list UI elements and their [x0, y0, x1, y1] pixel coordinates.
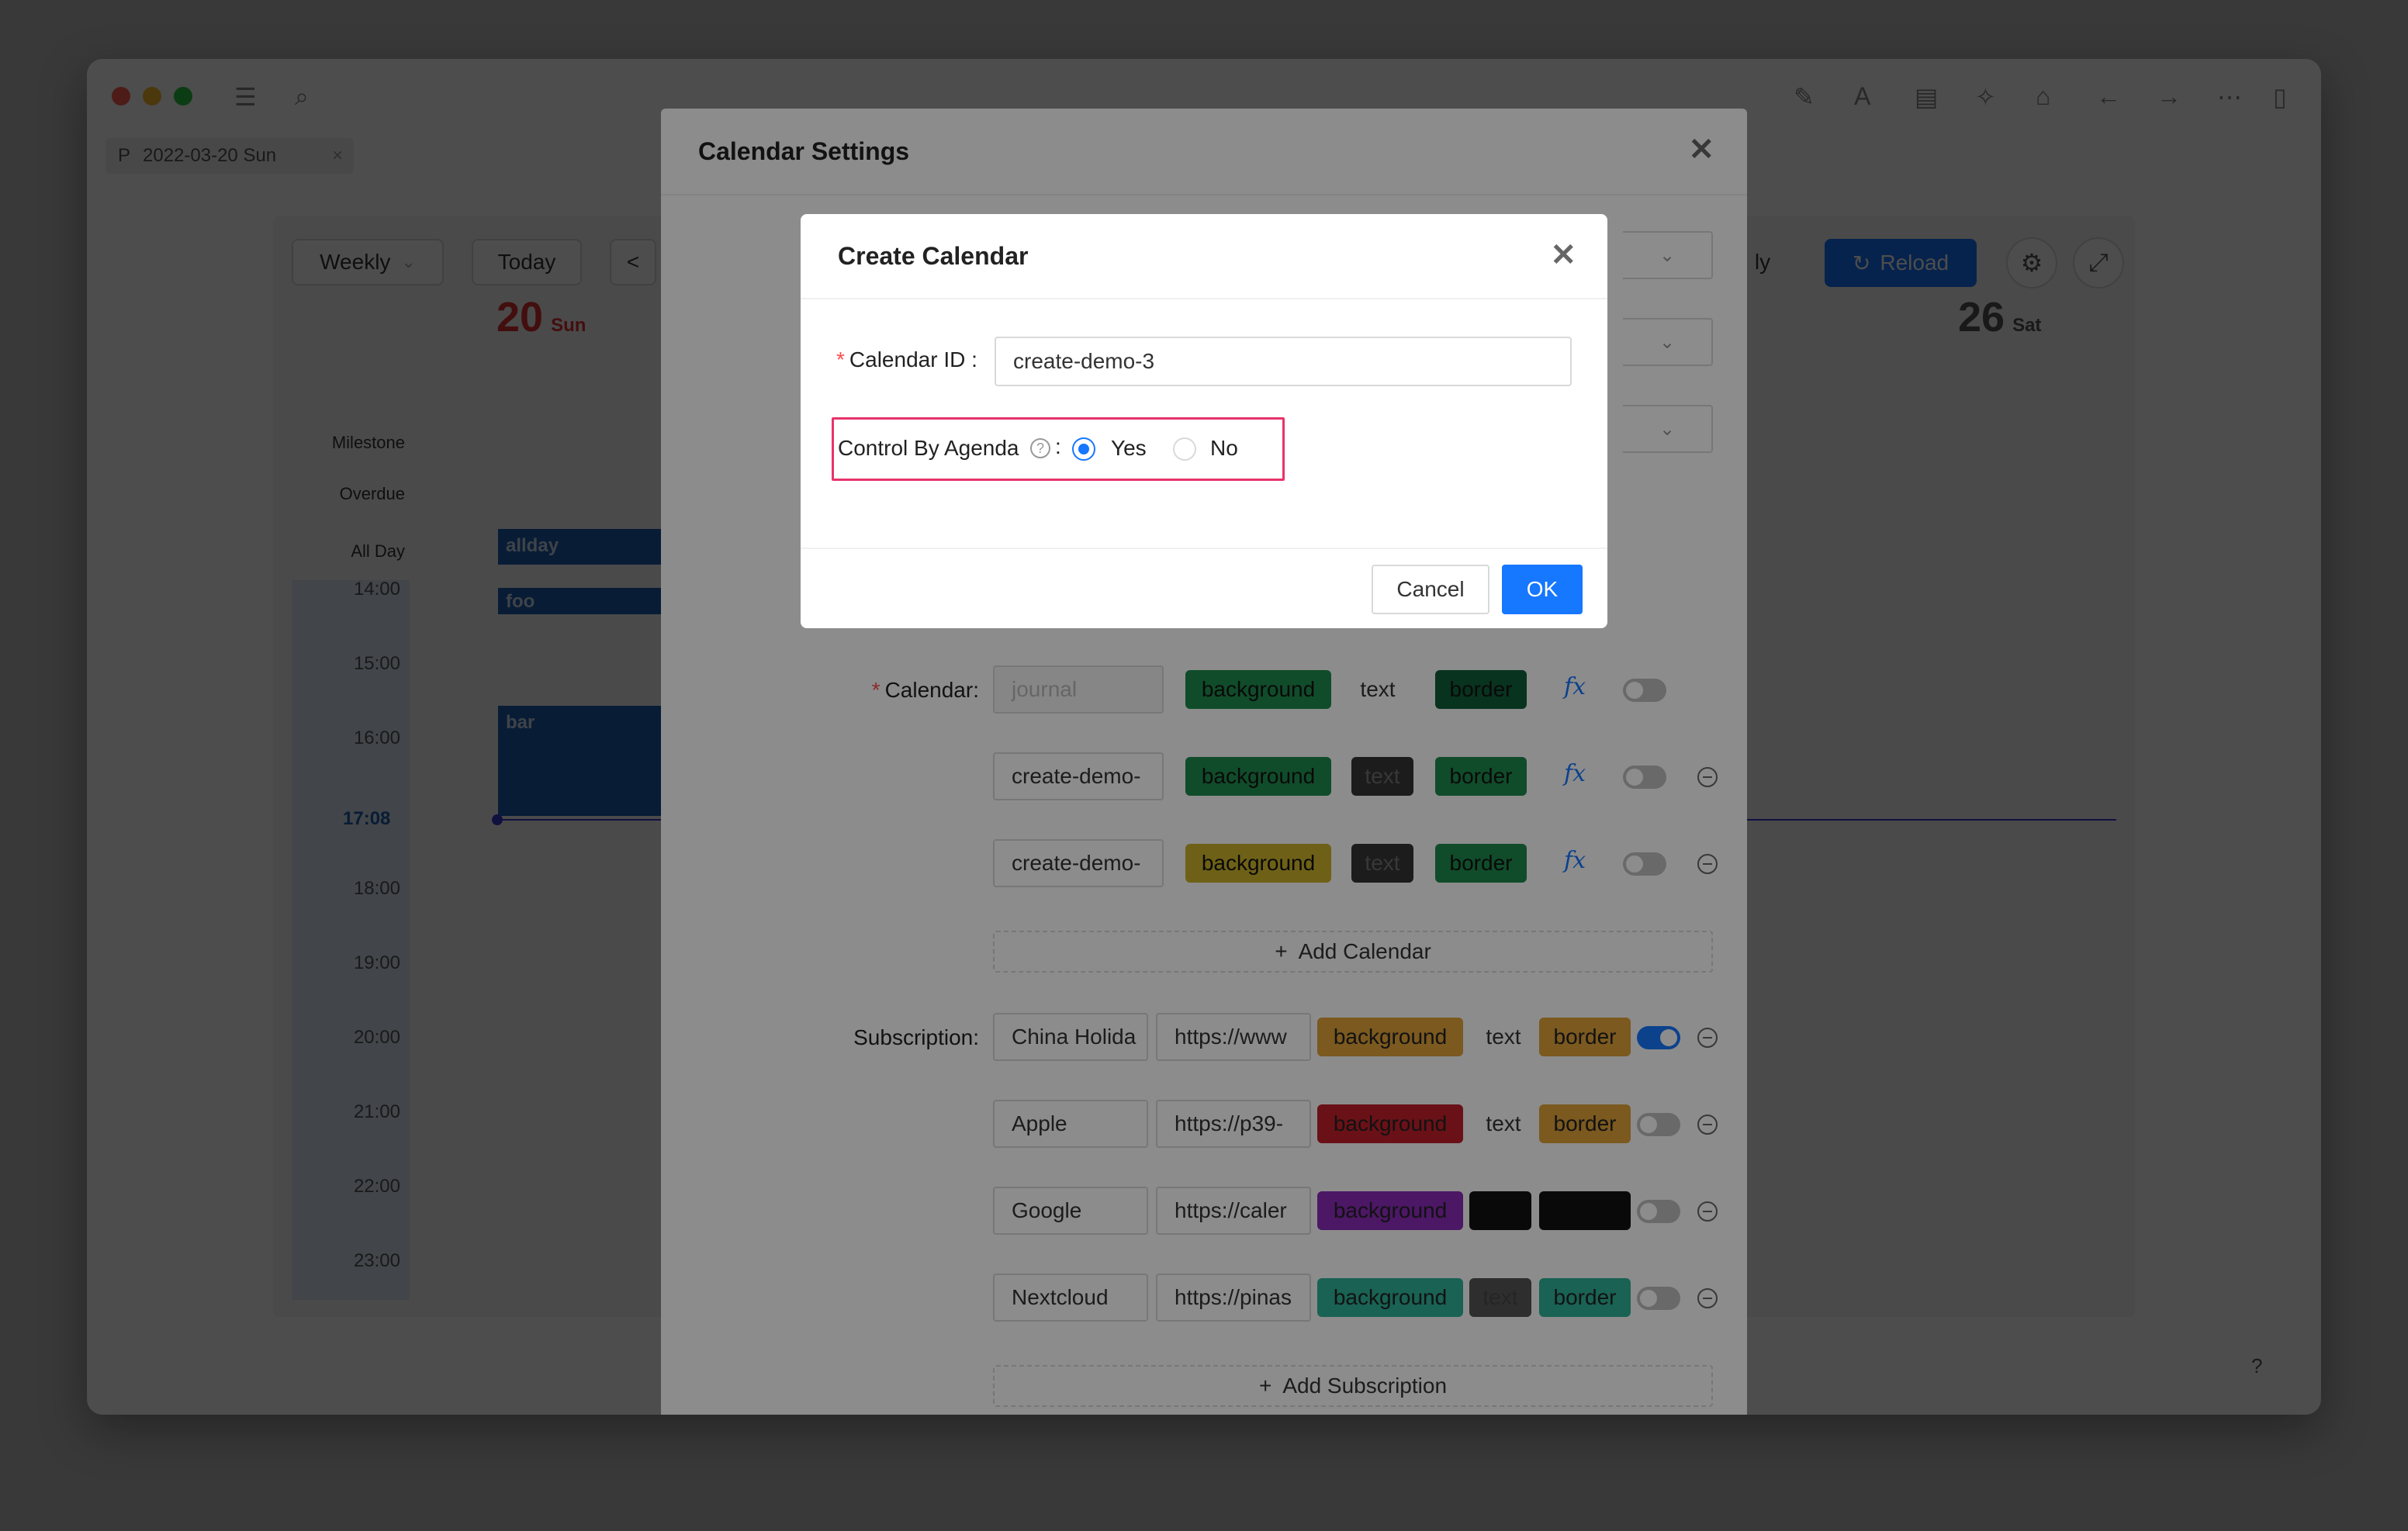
radio-yes[interactable] [1072, 437, 1095, 461]
create-calendar-dialog: Create Calendar ✕ * Calendar ID : create-… [801, 214, 1607, 628]
dialog-footer: Cancel OK [801, 548, 1607, 628]
control-by-agenda-label: Control By Agenda [838, 436, 1019, 460]
dialog-header: Create Calendar ✕ [801, 214, 1607, 299]
radio-no-label[interactable]: No [1210, 436, 1238, 461]
ok-button[interactable]: OK [1502, 565, 1583, 614]
radio-no[interactable] [1173, 437, 1196, 461]
calendar-id-label-text: Calendar ID [849, 347, 966, 372]
dialog-title: Create Calendar [838, 241, 1029, 270]
radio-yes-label[interactable]: Yes [1111, 436, 1147, 461]
label-colon: : [1055, 434, 1061, 458]
close-icon[interactable]: ✕ [1550, 237, 1576, 273]
cancel-button[interactable]: Cancel [1372, 565, 1489, 614]
help-circle-icon[interactable]: ? [1030, 438, 1050, 458]
calendar-id-input[interactable]: create-demo-3 [995, 337, 1572, 386]
calendar-id-label: * Calendar ID : [836, 347, 977, 372]
